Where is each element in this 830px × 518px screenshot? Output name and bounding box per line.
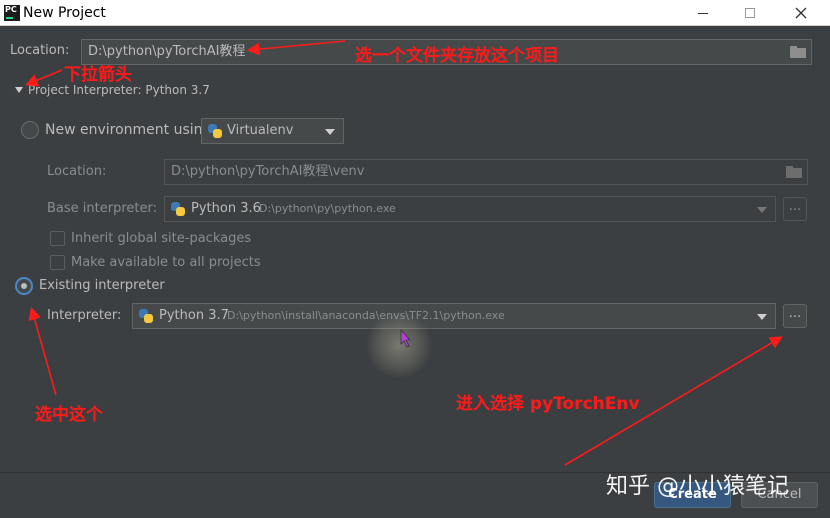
interpreter-label: Interpreter:	[47, 308, 122, 323]
base-interpreter-dropdown[interactable]: Python 3.6 D:\python\py\python.exe	[164, 196, 776, 222]
interpreter-browse-button[interactable]: ...	[783, 304, 807, 328]
maximize-icon	[745, 8, 755, 18]
minimize-button[interactable]	[680, 0, 726, 26]
annotation-dropdown-note: 下拉箭头	[64, 65, 132, 85]
base-interpreter-name: Python 3.6	[191, 201, 261, 216]
location-value: D:\python\pyTorchAI教程	[88, 44, 246, 59]
venv-location-value: D:\python\pyTorchAI教程\venv	[171, 164, 365, 179]
interpreter-section-header[interactable]: Project Interpreter: Python 3.7	[28, 83, 210, 97]
env-type-value: Virtualenv	[227, 123, 294, 138]
base-interpreter-label: Base interpreter:	[47, 201, 157, 216]
folder-icon[interactable]	[785, 163, 803, 181]
venv-location-field[interactable]: D:\python\pyTorchAI教程\venv	[164, 159, 808, 185]
make-available-checkbox[interactable]	[50, 255, 65, 270]
interpreter-path: D:\python\install\anaconda\envs\TF2.1\py…	[227, 309, 505, 322]
python-icon	[208, 124, 222, 138]
interpreter-dropdown[interactable]: Python 3.7 D:\python\install\anaconda\en…	[132, 303, 776, 329]
python-icon	[139, 309, 153, 323]
venv-location-label: Location:	[47, 164, 107, 179]
new-environment-radio[interactable]	[21, 121, 39, 139]
annotation-choose-note: 进入选择 pyTorchEnv	[456, 394, 640, 414]
cursor-highlight	[366, 312, 432, 378]
location-label: Location:	[10, 43, 70, 58]
base-interpreter-path: D:\python\py\python.exe	[259, 202, 396, 215]
inherit-packages-checkbox[interactable]	[50, 231, 65, 246]
annotation-select-note: 选中这个	[35, 405, 103, 425]
chevron-down-icon	[757, 314, 767, 320]
title-bar: PC New Project	[0, 0, 830, 26]
python-icon	[171, 202, 185, 216]
pycharm-icon: PC	[4, 5, 20, 21]
folder-icon[interactable]	[789, 43, 807, 61]
env-type-dropdown[interactable]: Virtualenv	[201, 118, 344, 144]
expand-triangle-icon[interactable]	[15, 87, 23, 93]
new-environment-label: New environment using	[45, 122, 212, 138]
window-title: New Project	[23, 5, 106, 21]
close-button[interactable]	[778, 0, 824, 26]
make-available-label: Make available to all projects	[71, 255, 261, 270]
close-icon	[795, 7, 807, 19]
base-interpreter-browse-button[interactable]: ...	[783, 197, 807, 221]
chevron-down-icon	[325, 129, 335, 135]
inherit-packages-label: Inherit global site-packages	[71, 231, 252, 246]
existing-interpreter-label: Existing interpreter	[39, 278, 165, 293]
minimize-icon	[698, 12, 708, 14]
new-project-dialog: Location: D:\python\pyTorchAI教程 Project …	[0, 27, 830, 518]
watermark: 知乎 @小小猿笔记	[606, 474, 789, 499]
chevron-down-icon	[757, 207, 767, 213]
maximize-button[interactable]	[727, 0, 773, 26]
interpreter-name: Python 3.7	[159, 308, 229, 323]
existing-interpreter-radio[interactable]	[15, 277, 33, 295]
annotation-folder-note: 选一个文件夹存放这个项目	[355, 46, 559, 66]
